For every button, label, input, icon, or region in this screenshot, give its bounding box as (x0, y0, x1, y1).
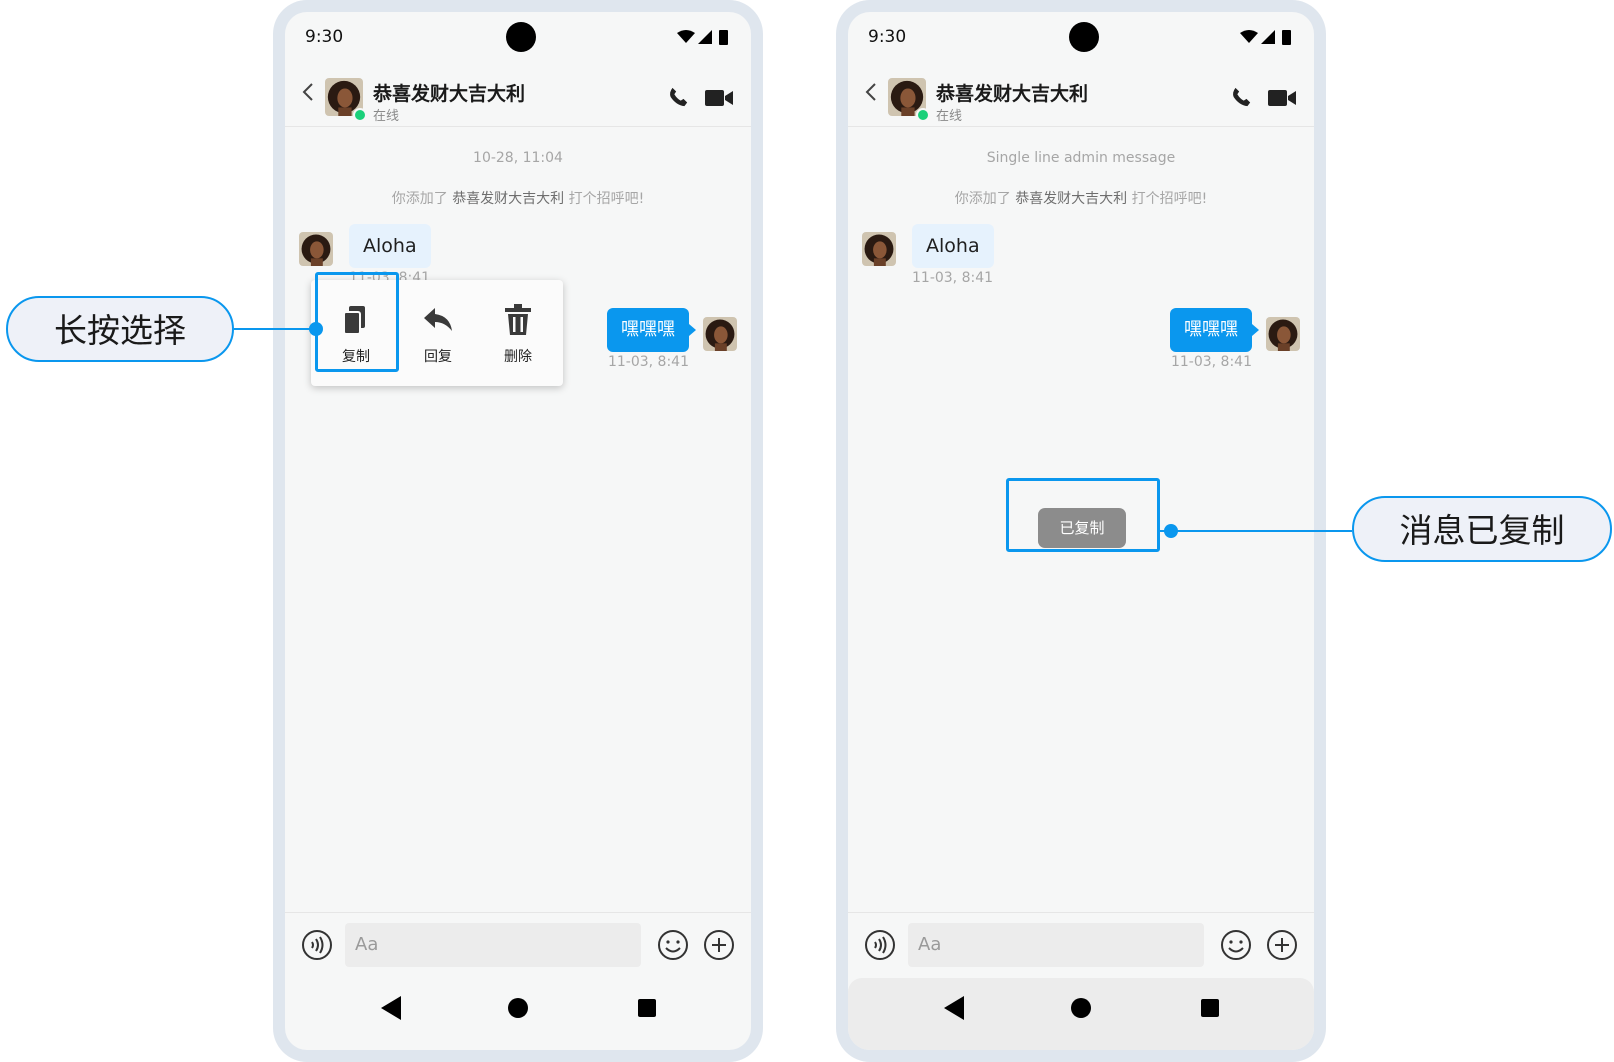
menu-reply-label: 回复 (424, 349, 452, 365)
callout-connector-right (1160, 530, 1352, 532)
tip-name: 恭喜发财大吉大利 (1015, 191, 1128, 207)
system-tip: 你添加了 恭喜发财大吉大利 打个招呼吧! (285, 188, 751, 208)
message-input[interactable]: Aa (345, 923, 641, 967)
callout-copied: 消息已复制 (1352, 496, 1612, 562)
camera-hole (1069, 22, 1099, 52)
emoji-icon[interactable] (657, 929, 689, 961)
tip-prefix: 你添加了 (391, 191, 448, 207)
callout-long-press: 长按选择 (6, 296, 234, 362)
incoming-message-bubble[interactable]: Aloha (349, 224, 431, 268)
message-input[interactable]: Aa (908, 923, 1204, 967)
menu-delete[interactable]: 删除 (477, 280, 559, 386)
trash-icon (505, 304, 531, 335)
tip-name: 恭喜发财大吉大利 (452, 191, 565, 207)
callout-anchor-right (1164, 524, 1178, 538)
admin-message: Single line admin message (986, 150, 1176, 166)
contact-name: 恭喜发财大吉大利 (373, 83, 526, 105)
chat-screen: 9:30 恭喜发财大吉大利 在线 10-28, 11:04 你添加了 恭喜发财大… (285, 12, 751, 1050)
system-nav-bar (285, 978, 751, 1050)
nav-recents-icon[interactable] (1201, 999, 1219, 1017)
incoming-avatar[interactable] (862, 232, 896, 266)
nav-home-icon[interactable] (1071, 998, 1091, 1018)
tip-suffix: 打个招呼吧! (1131, 191, 1208, 207)
copy-highlight-box (315, 272, 399, 372)
phone-call-icon[interactable] (667, 86, 689, 108)
toast-highlight-box (1006, 478, 1160, 552)
status-time: 9:30 (868, 27, 907, 47)
outgoing-avatar[interactable] (1266, 317, 1300, 351)
system-nav-bar (848, 978, 1314, 1050)
nav-recents-icon[interactable] (638, 999, 656, 1017)
plus-icon[interactable] (1266, 929, 1298, 961)
callout-anchor-left (309, 322, 323, 336)
plus-icon[interactable] (703, 929, 735, 961)
phone-call-icon[interactable] (1230, 86, 1252, 108)
input-bar: Aa (848, 912, 1314, 979)
incoming-avatar[interactable] (299, 232, 333, 266)
online-indicator (353, 108, 367, 122)
nav-back-icon[interactable] (944, 996, 964, 1020)
contact-status: 在线 (373, 109, 400, 124)
camera-hole (506, 22, 536, 52)
menu-delete-label: 删除 (504, 349, 532, 365)
menu-reply[interactable]: 回复 (397, 280, 479, 386)
outgoing-avatar[interactable] (703, 317, 737, 351)
voice-icon[interactable] (301, 929, 333, 961)
video-call-icon[interactable] (1268, 88, 1296, 108)
callout-connector-left (234, 328, 316, 330)
nav-home-icon[interactable] (508, 998, 528, 1018)
contact-name: 恭喜发财大吉大利 (936, 83, 1089, 105)
incoming-message-time: 11-03, 8:41 (912, 270, 994, 286)
status-bar: 9:30 (285, 12, 751, 58)
nav-back-icon[interactable] (381, 996, 401, 1020)
outgoing-message-time: 11-03, 8:41 (1170, 354, 1252, 370)
reply-icon (424, 308, 452, 331)
chat-header: 恭喜发财大吉大利 在线 (285, 62, 751, 127)
voice-icon[interactable] (864, 929, 896, 961)
contact-status: 在线 (936, 109, 963, 124)
status-bar: 9:30 (848, 12, 1314, 58)
back-icon[interactable] (299, 76, 317, 108)
signal-battery-icon (1240, 30, 1291, 45)
tip-suffix: 打个招呼吧! (568, 191, 645, 207)
emoji-icon[interactable] (1220, 929, 1252, 961)
outgoing-message-time: 11-03, 8:41 (607, 354, 689, 370)
system-timestamp: 10-28, 11:04 (473, 150, 563, 166)
input-bar: Aa (285, 912, 751, 979)
back-icon[interactable] (862, 76, 880, 108)
system-tip: 你添加了 恭喜发财大吉大利 打个招呼吧! (848, 188, 1314, 208)
outgoing-message-bubble[interactable]: 嘿嘿嘿 (607, 308, 696, 352)
status-time: 9:30 (305, 27, 344, 47)
left-phone-frame: 9:30 恭喜发财大吉大利 在线 10-28, 11:04 你添加了 恭喜发财大… (273, 0, 763, 1062)
chat-header: 恭喜发财大吉大利 在线 (848, 62, 1314, 127)
tip-prefix: 你添加了 (954, 191, 1011, 207)
video-call-icon[interactable] (705, 88, 733, 108)
incoming-message-bubble[interactable]: Aloha (912, 224, 994, 268)
signal-battery-icon (677, 30, 728, 45)
outgoing-message-bubble[interactable]: 嘿嘿嘿 (1170, 308, 1259, 352)
online-indicator (916, 108, 930, 122)
